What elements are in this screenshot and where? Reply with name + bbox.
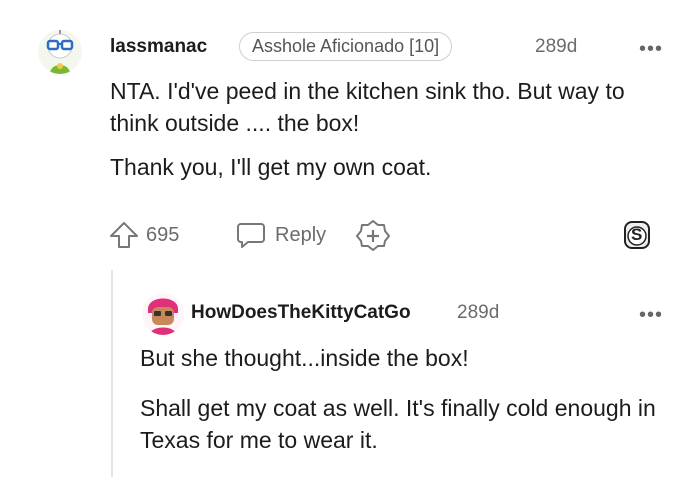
award-badge-letter: S [631,225,643,244]
comment-paragraph: NTA. I'd've peed in the kitchen sink tho… [110,78,625,136]
award-button[interactable] [356,219,390,251]
reply-icon [235,220,267,250]
award-badge[interactable]: S [621,219,653,251]
comment-age: 289d [535,36,578,57]
comment-paragraph: But she thought...inside the box! [140,345,469,371]
reply-button[interactable]: Reply [235,220,326,250]
comment-age: 289d [457,302,500,323]
thread-line[interactable] [111,270,113,477]
reply-label: Reply [275,223,327,246]
comment-username[interactable]: HowDoesTheKittyCatGo [191,302,411,324]
avatar-lassmanac[interactable] [38,30,82,74]
user-flair: Asshole Aficionado [10] [239,32,453,61]
comment-paragraph: Shall get my coat as well. It's finally … [140,395,656,453]
upvote-icon [108,220,140,250]
vote-count: 695 [146,223,180,246]
more-options-button[interactable]: ••• [639,305,663,325]
award-plus-icon [356,219,390,251]
avatar-howdoesthekittycatgo[interactable] [142,293,184,335]
upvote-button[interactable]: 695 [108,220,179,250]
comment-body: But she thought...inside the box! Shall … [140,342,660,456]
comment-paragraph: Thank you, I'll get my own coat. [110,154,432,180]
comment-body: NTA. I'd've peed in the kitchen sink tho… [110,75,650,183]
more-options-button[interactable]: ••• [639,39,663,59]
comment-username[interactable]: lassmanac [110,36,207,58]
